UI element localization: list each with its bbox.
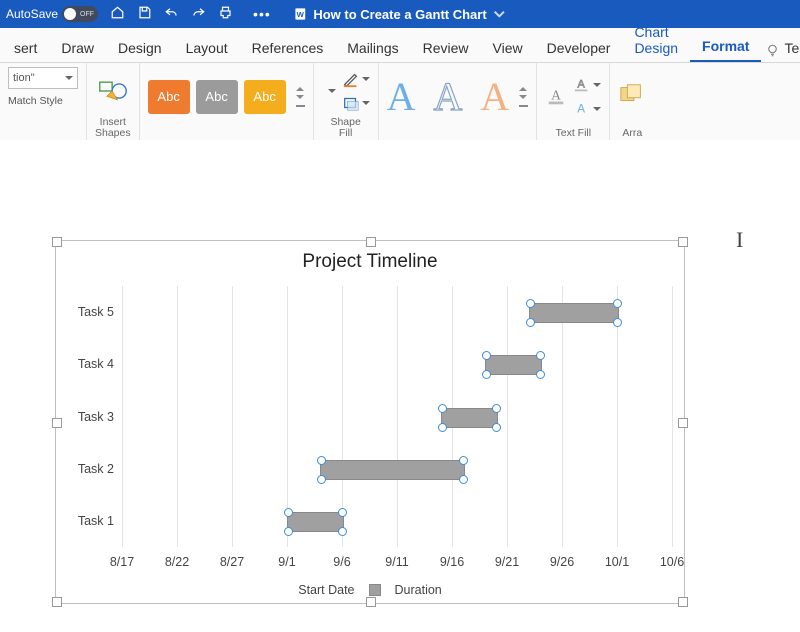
resize-handle[interactable] (678, 237, 688, 247)
insert-shapes-label: Insert Shapes (95, 117, 131, 139)
tell-me[interactable]: Tel (784, 34, 800, 62)
undo-icon[interactable] (164, 5, 179, 23)
tell-me-icon[interactable] (765, 43, 780, 58)
resize-handle[interactable] (678, 597, 688, 607)
x-tick: 8/27 (220, 555, 244, 569)
resize-handle[interactable] (366, 597, 376, 607)
x-tick: 9/16 (440, 555, 464, 569)
print-icon[interactable] (218, 5, 233, 23)
tab-layout[interactable]: Layout (174, 34, 240, 62)
x-tick: 9/6 (333, 555, 350, 569)
svg-text:W: W (297, 10, 305, 19)
word-doc-icon: W (293, 7, 307, 21)
tab-developer[interactable]: Developer (535, 34, 623, 62)
text-cursor-icon: I (736, 227, 743, 253)
tab-review[interactable]: Review (411, 34, 481, 62)
home-icon[interactable] (110, 5, 125, 23)
x-tick: 9/21 (495, 555, 519, 569)
bar-task4[interactable] (485, 355, 542, 375)
y-tick: Task 1 (66, 514, 114, 528)
text-fill-button[interactable]: A (545, 87, 567, 107)
x-tick: 9/26 (550, 555, 574, 569)
tab-mailings[interactable]: Mailings (335, 34, 410, 62)
group-wordart: A A A (379, 63, 538, 141)
plot-area[interactable]: Task 5 Task 4 Task 3 Task 2 Task 1 (122, 286, 672, 547)
autosave-label: AutoSave (6, 7, 58, 21)
group-selection: tion" Match Style (0, 63, 87, 141)
resize-handle[interactable] (678, 418, 688, 428)
title-bar: AutoSave OFF ••• W How to Create a Gantt… (0, 0, 800, 28)
x-axis[interactable]: 8/17 8/22 8/27 9/1 9/6 9/11 9/16 9/21 9/… (122, 555, 672, 573)
more-icon[interactable]: ••• (253, 6, 271, 22)
chart-element-selector[interactable]: tion" (8, 67, 78, 89)
tab-references[interactable]: References (240, 34, 336, 62)
resize-handle[interactable] (52, 597, 62, 607)
text-effects-button[interactable]: A (573, 100, 601, 118)
shape-fill-dropdown-icon[interactable] (328, 89, 336, 93)
document-title: W How to Create a Gantt Chart (293, 7, 506, 22)
y-tick: Task 2 (66, 462, 114, 476)
tab-insert[interactable]: sert (2, 34, 49, 62)
tab-view[interactable]: View (481, 34, 535, 62)
redo-icon[interactable] (191, 5, 206, 23)
x-tick: 10/6 (660, 555, 684, 569)
resize-handle[interactable] (366, 237, 376, 247)
svg-text:A: A (578, 79, 586, 91)
style-swatch-2[interactable]: Abc (196, 80, 238, 114)
bar-task5[interactable] (529, 303, 619, 323)
resize-handle[interactable] (52, 418, 62, 428)
group-insert-shapes: Insert Shapes (87, 63, 140, 141)
resize-handle[interactable] (52, 237, 62, 247)
chevron-down-icon[interactable] (493, 7, 507, 21)
tab-design[interactable]: Design (106, 34, 174, 62)
ribbon-tabs: sert Draw Design Layout References Maili… (0, 28, 800, 63)
svg-text:A: A (577, 103, 585, 116)
autosave-state: OFF (80, 11, 94, 18)
y-tick: Task 4 (66, 357, 114, 371)
insert-shapes-button[interactable] (98, 78, 128, 104)
bar-task2[interactable] (320, 460, 465, 480)
chart-title[interactable]: Project Timeline (56, 251, 684, 273)
style-swatch-3[interactable]: Abc (244, 80, 286, 114)
group-shape-styles: Abc Abc Abc (140, 63, 314, 141)
svg-text:A: A (551, 88, 561, 103)
style-swatch-1[interactable]: Abc (148, 80, 190, 114)
match-style-button[interactable]: Match Style (8, 95, 63, 107)
x-tick: 9/11 (385, 555, 408, 569)
document-page[interactable]: I Project Timeline Task 5 Task 4 Task 3 … (0, 140, 800, 632)
bar-task3[interactable] (441, 408, 498, 428)
shape-fill-label: Shape Fill (330, 117, 360, 139)
legend-entry[interactable]: Duration (395, 583, 442, 597)
y-tick: Task 5 (66, 305, 114, 319)
wordart-gallery-nav[interactable] (519, 87, 528, 107)
wordart-style-3[interactable]: A (480, 77, 509, 117)
arrange-button[interactable] (618, 82, 646, 111)
text-outline-button[interactable]: A (573, 76, 601, 94)
text-fill-label: Text Fill (556, 128, 592, 139)
ribbon: tion" Match Style Insert Shapes Abc Abc … (0, 63, 800, 142)
autosave-toggle[interactable]: OFF (62, 6, 98, 22)
style-gallery-nav[interactable] (296, 87, 305, 107)
arrange-label: Arra (622, 128, 642, 139)
x-tick: 8/17 (110, 555, 134, 569)
x-tick: 9/1 (278, 555, 295, 569)
wordart-style-1[interactable]: A (387, 77, 416, 117)
x-tick: 10/1 (605, 555, 629, 569)
x-tick: 8/22 (165, 555, 189, 569)
wordart-style-2[interactable]: A (434, 77, 463, 117)
bar-task1[interactable] (287, 512, 344, 532)
group-arrange: Arra (610, 63, 654, 141)
y-tick: Task 3 (66, 410, 114, 424)
legend-entry[interactable]: Start Date (298, 583, 354, 597)
chart-legend[interactable]: Start Date Duration (56, 583, 684, 597)
chart-object[interactable]: Project Timeline Task 5 Task 4 Task 3 Ta… (55, 240, 685, 604)
save-icon[interactable] (137, 5, 152, 23)
shape-outline-button[interactable] (342, 70, 370, 88)
group-text-fill: A A A Text Fill (537, 63, 610, 141)
shape-effects-button[interactable] (342, 94, 370, 112)
group-shape-fill: Shape Fill (314, 63, 379, 141)
tab-format[interactable]: Format (690, 32, 761, 62)
legend-swatch-icon (369, 584, 381, 596)
tab-draw[interactable]: Draw (49, 34, 106, 62)
